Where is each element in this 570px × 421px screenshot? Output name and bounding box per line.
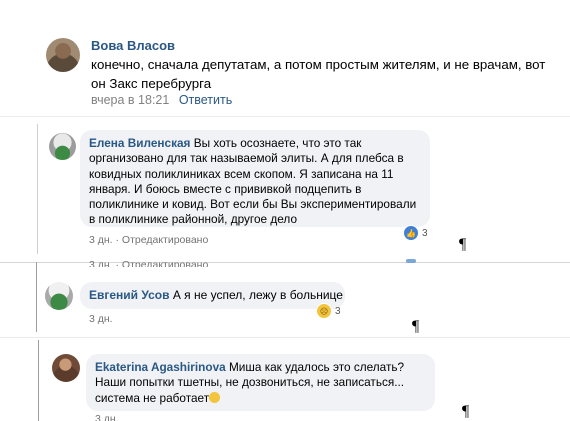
reply-text: Елена Виленская Вы хоть осознаете, что э…	[89, 136, 425, 228]
avatar-vova[interactable]	[46, 38, 80, 72]
like-icon: 👍	[403, 225, 419, 241]
avatar-evgeny[interactable]	[45, 282, 73, 310]
reply-text: Ekaterina Agashirinova Миша как удалось …	[95, 360, 431, 406]
reply-meta-ghost: 3 дн. · Отредактировано	[89, 259, 209, 267]
smile-icon	[209, 391, 221, 403]
reply-button[interactable]: Ответить	[179, 93, 232, 107]
reaction-count: 3	[335, 305, 341, 317]
thread-line	[36, 262, 37, 332]
reply-meta: 3 дн.	[95, 413, 119, 421]
comment-meta: вчера в 18:21 Ответить	[91, 93, 232, 107]
comment-text: конечно, сначала депутатам, а потом прос…	[91, 57, 546, 91]
reply-meta: 3 дн.	[89, 313, 113, 325]
avatar-ekaterina[interactable]	[52, 354, 80, 382]
author-name[interactable]: Вова Власов	[91, 38, 175, 53]
reply-meta: 3 дн. · Отредактировано	[89, 234, 209, 246]
thread-line	[37, 124, 38, 254]
reply-author[interactable]: Ekaterina Agashirinova	[95, 360, 226, 374]
screenshot-seam	[0, 262, 570, 263]
reply-author[interactable]: Елена Виленская	[89, 136, 190, 150]
reply-body: А я не успел, лежу в больнице	[172, 288, 343, 302]
pilcrow-mark: ¶	[412, 318, 420, 335]
pilcrow-mark: ¶	[459, 236, 467, 253]
reply-text: Евгений Усов А я не успел, лежу в больни…	[89, 288, 344, 303]
reaction-count: 3	[422, 227, 428, 239]
sad-icon: ☹	[316, 303, 332, 319]
pilcrow-mark: ¶	[462, 403, 470, 420]
thread-line	[38, 340, 39, 421]
reply-author[interactable]: Евгений Усов	[89, 288, 169, 302]
divider	[0, 337, 570, 338]
comment-time[interactable]: вчера в 18:21	[91, 93, 169, 107]
reaction-badge[interactable]: ☹ 3	[316, 303, 341, 319]
reaction-badge[interactable]: 👍 3	[403, 225, 428, 241]
avatar-elena[interactable]	[49, 133, 76, 160]
divider	[0, 116, 570, 117]
reaction-badge-ghost	[406, 259, 416, 263]
